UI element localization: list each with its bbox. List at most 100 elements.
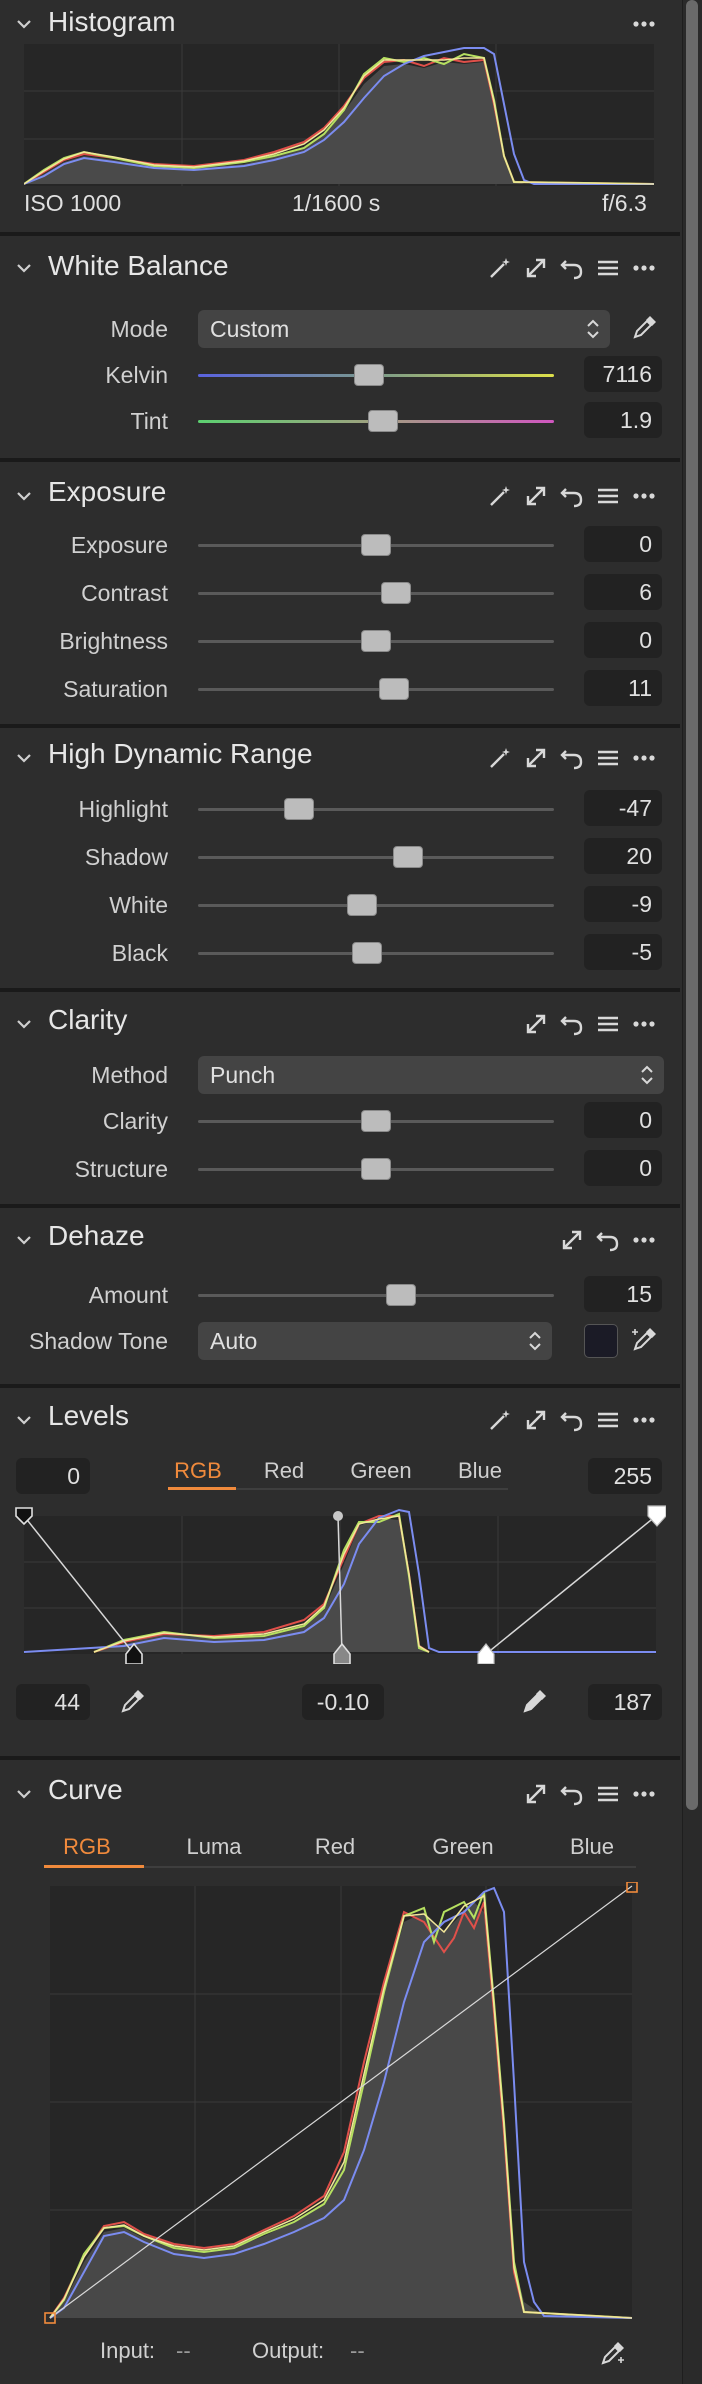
tab-luma[interactable]: Luma	[174, 1834, 254, 1860]
black-eyedropper-icon[interactable]	[118, 1688, 146, 1716]
more-options-icon[interactable]	[630, 254, 658, 282]
tab-rgb[interactable]: RGB	[52, 1834, 122, 1860]
tint-value-field[interactable]: 1.9	[584, 402, 662, 438]
black-label: Black	[111, 940, 168, 966]
reset-icon[interactable]	[558, 482, 586, 510]
more-options-icon[interactable]	[630, 10, 658, 38]
amount-slider-thumb[interactable]	[385, 1284, 416, 1306]
more-options-icon[interactable]	[630, 1226, 658, 1254]
shadow-tone-color-swatch[interactable]	[584, 1324, 618, 1358]
chevron-down-icon[interactable]	[14, 258, 34, 278]
white-value-field[interactable]: -9	[584, 886, 662, 922]
levels-graph[interactable]	[14, 1504, 666, 1664]
copy-apply-icon[interactable]	[522, 482, 550, 510]
scrollbar-thumb[interactable]	[686, 0, 698, 1810]
structure-value-field[interactable]: 0	[584, 1150, 662, 1186]
presets-menu-icon[interactable]	[594, 482, 622, 510]
tab-blue[interactable]: Blue	[446, 1458, 514, 1484]
method-select[interactable]: Punch	[198, 1056, 664, 1094]
auto-adjust-wand-icon[interactable]	[486, 254, 514, 282]
black-point-field[interactable]: 44	[16, 1684, 90, 1720]
method-select-value: Punch	[210, 1062, 276, 1088]
copy-apply-icon[interactable]	[522, 1406, 550, 1434]
more-options-icon[interactable]	[630, 1406, 658, 1434]
saturation-slider-track[interactable]	[198, 688, 554, 691]
chevron-down-icon[interactable]	[14, 1230, 34, 1250]
contrast-slider-thumb[interactable]	[380, 582, 411, 604]
copy-apply-icon[interactable]	[522, 744, 550, 772]
chevron-down-icon[interactable]	[14, 14, 34, 34]
contrast-slider-track[interactable]	[198, 592, 554, 595]
copy-apply-icon[interactable]	[522, 1010, 550, 1038]
chevron-down-icon[interactable]	[14, 1014, 34, 1034]
presets-menu-icon[interactable]	[594, 1406, 622, 1434]
presets-menu-icon[interactable]	[594, 254, 622, 282]
highlight-slider-track[interactable]	[198, 808, 554, 811]
white-point-field[interactable]: 187	[588, 1684, 662, 1720]
copy-apply-icon[interactable]	[522, 1780, 550, 1808]
reset-icon[interactable]	[558, 744, 586, 772]
kelvin-slider-thumb[interactable]	[353, 364, 384, 386]
presets-menu-icon[interactable]	[594, 1780, 622, 1808]
more-options-icon[interactable]	[630, 744, 658, 772]
reset-icon[interactable]	[558, 1010, 586, 1038]
copy-apply-icon[interactable]	[558, 1226, 586, 1254]
chevron-down-icon[interactable]	[14, 486, 34, 506]
kelvin-value-field[interactable]: 7116	[584, 356, 662, 392]
brightness-value-field[interactable]: 0	[584, 622, 662, 658]
shadow-slider-track[interactable]	[198, 856, 554, 859]
input-high-field[interactable]: 255	[588, 1458, 662, 1494]
contrast-value-field[interactable]: 6	[584, 574, 662, 610]
mode-select[interactable]: Custom	[198, 310, 610, 348]
structure-slider-thumb[interactable]	[361, 1158, 391, 1180]
eyedropper-plus-icon[interactable]	[598, 2340, 626, 2368]
auto-adjust-wand-icon[interactable]	[486, 744, 514, 772]
copy-apply-icon[interactable]	[522, 254, 550, 282]
chevron-down-icon[interactable]	[14, 748, 34, 768]
saturation-slider-thumb[interactable]	[378, 678, 409, 700]
shadow-tone-select-value: Auto	[210, 1328, 258, 1354]
exposure-slider-thumb[interactable]	[361, 534, 391, 556]
tab-red[interactable]: Red	[252, 1458, 316, 1484]
tab-green[interactable]: Green	[418, 1834, 508, 1860]
amount-value-field[interactable]: 15	[584, 1276, 662, 1312]
clarity-slider-thumb[interactable]	[361, 1110, 391, 1132]
shadow-tone-select[interactable]: Auto	[198, 1322, 552, 1360]
auto-adjust-wand-icon[interactable]	[486, 482, 514, 510]
tab-green[interactable]: Green	[340, 1458, 422, 1484]
chevron-down-icon[interactable]	[14, 1410, 34, 1430]
saturation-value-field[interactable]: 11	[584, 670, 662, 706]
amount-slider-track[interactable]	[198, 1294, 554, 1297]
more-options-icon[interactable]	[630, 482, 658, 510]
auto-adjust-wand-icon[interactable]	[486, 1406, 514, 1434]
presets-menu-icon[interactable]	[594, 1010, 622, 1038]
tab-rgb[interactable]: RGB	[166, 1458, 230, 1484]
shadow-value-field[interactable]: 20	[584, 838, 662, 874]
chevron-down-icon[interactable]	[14, 1784, 34, 1804]
more-options-icon[interactable]	[630, 1780, 658, 1808]
eyedropper-plus-icon[interactable]	[630, 1326, 658, 1354]
black-value-field[interactable]: -5	[584, 934, 662, 970]
highlight-value-field[interactable]: -47	[584, 790, 662, 826]
tab-red[interactable]: Red	[300, 1834, 370, 1860]
input-low-field[interactable]: 0	[16, 1458, 90, 1494]
more-options-icon[interactable]	[630, 1010, 658, 1038]
shadow-slider-thumb[interactable]	[393, 846, 424, 868]
midtone-field[interactable]: -0.10	[302, 1684, 384, 1720]
reset-icon[interactable]	[594, 1226, 622, 1254]
highlight-slider-thumb[interactable]	[284, 798, 315, 820]
clarity-value-field[interactable]: 0	[584, 1102, 662, 1138]
white-slider-thumb[interactable]	[346, 894, 377, 916]
presets-menu-icon[interactable]	[594, 744, 622, 772]
reset-icon[interactable]	[558, 1780, 586, 1808]
reset-icon[interactable]	[558, 1406, 586, 1434]
eyedropper-icon[interactable]	[630, 314, 658, 342]
black-slider-thumb[interactable]	[352, 942, 383, 964]
reset-icon[interactable]	[558, 254, 586, 282]
curve-graph[interactable]	[44, 1882, 640, 2326]
tint-slider-thumb[interactable]	[368, 410, 399, 432]
exposure-value-field[interactable]: 0	[584, 526, 662, 562]
white-eyedropper-icon[interactable]	[520, 1688, 548, 1716]
tab-blue[interactable]: Blue	[554, 1834, 630, 1860]
brightness-slider-thumb[interactable]	[361, 630, 391, 652]
